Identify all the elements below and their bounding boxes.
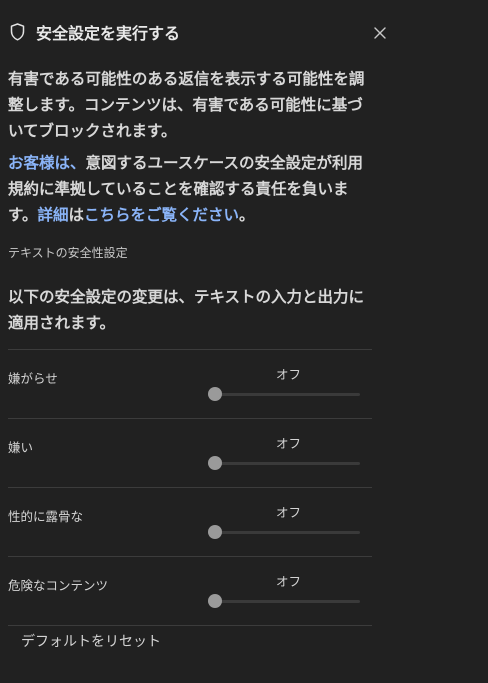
harassment-slider[interactable] <box>208 384 360 404</box>
slider-thumb[interactable] <box>208 594 222 608</box>
safety-settings-panel: 安全設定を実行する 有害である可能性のある返信を表示する可能性を調整します。コン… <box>0 0 488 683</box>
slider-track <box>208 462 360 465</box>
close-icon[interactable] <box>372 25 388 41</box>
setting-value: オフ <box>276 505 302 520</box>
panel-header: 安全設定を実行する <box>8 20 398 50</box>
setting-dangerous-content: 危険なコンテンツ オフ <box>8 556 372 626</box>
setting-name: 危険なコンテンツ <box>8 578 109 593</box>
slider-thumb[interactable] <box>208 387 222 401</box>
slider-thumb[interactable] <box>208 456 222 470</box>
setting-name: 性的に露骨な <box>8 509 84 524</box>
setting-value: オフ <box>276 574 302 589</box>
details-link[interactable]: 詳細 <box>37 206 68 224</box>
slider-track <box>208 393 360 396</box>
slider-track <box>208 531 360 534</box>
text-safety-description: 以下の安全設定の変更は、テキストの入力と出力に適用されます。 <box>8 288 365 332</box>
setting-value: オフ <box>276 367 302 382</box>
hate-slider[interactable] <box>208 453 360 473</box>
setting-value: オフ <box>276 436 302 451</box>
setting-harassment: 嫌がらせ オフ <box>8 349 372 418</box>
slider-track <box>208 600 360 603</box>
customer-link[interactable]: お客様は、 <box>8 154 86 172</box>
dangerous-content-slider[interactable] <box>208 591 360 611</box>
here-link[interactable]: こちらをご覧ください <box>84 206 239 224</box>
shield-icon <box>10 23 25 41</box>
panel-title: 安全設定を実行する <box>36 24 181 43</box>
setting-name: 嫌がらせ <box>8 371 58 386</box>
panel-description: 有害である可能性のある返信を表示する可能性を調整します。コンテンツは、有害である… <box>8 70 365 140</box>
notice-text-3: 。 <box>239 206 255 224</box>
safety-settings-list: 嫌がらせ オフ 嫌い オフ 性的に露骨な オフ 危険なコンテンツ オフ <box>8 349 372 626</box>
slider-thumb[interactable] <box>208 525 222 539</box>
setting-hate: 嫌い オフ <box>8 418 372 487</box>
sexually-explicit-slider[interactable] <box>208 522 360 542</box>
setting-sexually-explicit: 性的に露骨な オフ <box>8 487 372 556</box>
setting-name: 嫌い <box>8 440 34 455</box>
reset-defaults-button[interactable]: デフォルトをリセット <box>21 632 161 652</box>
text-safety-label: テキストの安全性設定 <box>8 246 128 260</box>
terms-notice: お客様は、意図するユースケースの安全設定が利用規約に準拠していることを確認する責… <box>8 150 368 228</box>
notice-text-2: は <box>68 206 84 224</box>
